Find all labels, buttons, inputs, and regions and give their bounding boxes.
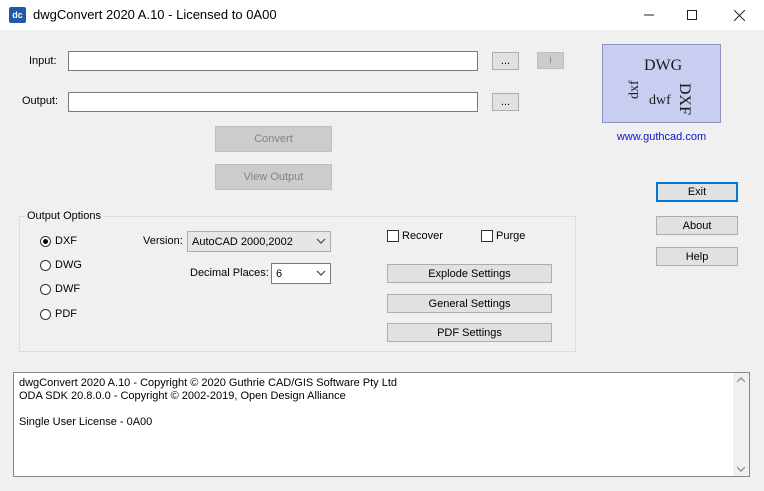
minimize-button[interactable] [626, 0, 672, 30]
view-output-button[interactable]: View Output [215, 164, 332, 190]
logo-dxf-small-text: dxf [627, 80, 642, 99]
purge-label: Purge [496, 230, 526, 242]
log-scrollbar[interactable] [733, 373, 749, 476]
maximize-button[interactable] [669, 0, 715, 30]
chevron-down-icon [316, 238, 326, 244]
recover-checkbox-box[interactable] [387, 230, 399, 242]
help-button[interactable]: Help [656, 247, 738, 266]
app-icon: dc [9, 7, 26, 23]
radio-pdf-label: PDF [55, 308, 77, 320]
radio-selected-dot [43, 238, 48, 244]
decimal-places-select[interactable]: 6 [271, 263, 331, 284]
scroll-down-icon [737, 466, 745, 472]
logo-dwg-text: DWG [644, 57, 683, 74]
version-label: Version: [143, 235, 183, 247]
output-browse-button[interactable]: ... [492, 93, 519, 111]
logo-dwf-text: dwf [649, 93, 671, 108]
exit-button[interactable]: Exit [656, 182, 738, 202]
purge-checkbox[interactable]: Purge [481, 230, 525, 242]
output-options-title: Output Options [25, 210, 103, 222]
general-settings-button[interactable]: General Settings [387, 294, 552, 313]
radio-pdf-circle[interactable] [40, 308, 51, 320]
input-label: Input: [29, 55, 57, 67]
chevron-down-icon [316, 270, 326, 276]
log-line: Single User License - 0A00 [19, 416, 153, 428]
radio-dwf-circle[interactable] [40, 283, 51, 295]
radio-dxf-circle[interactable] [40, 235, 51, 247]
version-select[interactable]: AutoCAD 2000,2002 [187, 231, 331, 252]
info-button[interactable]: i [537, 52, 564, 69]
radio-pdf[interactable]: PDF [40, 308, 77, 320]
log-textarea[interactable]: dwgConvert 2020 A.10 - Copyright © 2020 … [13, 372, 750, 477]
radio-dwg-circle[interactable] [40, 259, 51, 271]
maximize-icon [687, 10, 697, 20]
window-title: dwgConvert 2020 A.10 - Licensed to 0A00 [33, 7, 277, 22]
close-icon [733, 9, 745, 21]
log-line: dwgConvert 2020 A.10 - Copyright © 2020 … [19, 377, 398, 389]
decimal-places-value: 6 [276, 267, 283, 280]
radio-dwg-label: DWG [55, 259, 82, 271]
input-field[interactable] [68, 51, 478, 71]
recover-label: Recover [402, 230, 443, 242]
website-link[interactable]: www.guthcad.com [602, 131, 721, 143]
recover-checkbox[interactable]: Recover [387, 230, 443, 242]
radio-dxf-label: DXF [55, 235, 77, 247]
convert-button[interactable]: Convert [215, 126, 332, 152]
decimal-places-label: Decimal Places: [190, 267, 269, 279]
close-button[interactable] [716, 0, 762, 30]
minimize-icon [644, 14, 654, 16]
radio-dwg[interactable]: DWG [40, 259, 82, 271]
radio-dwf[interactable]: DWF [40, 283, 80, 295]
log-line: ODA SDK 20.8.0.0 - Copyright © 2002-2019… [19, 390, 346, 402]
purge-checkbox-box[interactable] [481, 230, 493, 242]
pdf-settings-button[interactable]: PDF Settings [387, 323, 552, 342]
about-button[interactable]: About [656, 216, 738, 235]
logo-dxf-text: DXF [676, 83, 693, 116]
input-browse-button[interactable]: ... [492, 52, 519, 70]
explode-settings-button[interactable]: Explode Settings [387, 264, 552, 283]
output-label: Output: [22, 95, 59, 107]
dwg-dxf-logo: DWG DXF dxf dwf [602, 44, 721, 123]
scroll-up-icon [737, 377, 745, 383]
title-bar: dc dwgConvert 2020 A.10 - Licensed to 0A… [0, 0, 764, 30]
output-field[interactable] [68, 92, 478, 112]
version-value: AutoCAD 2000,2002 [192, 235, 293, 248]
radio-dwf-label: DWF [55, 283, 81, 295]
radio-dxf[interactable]: DXF [40, 235, 77, 247]
